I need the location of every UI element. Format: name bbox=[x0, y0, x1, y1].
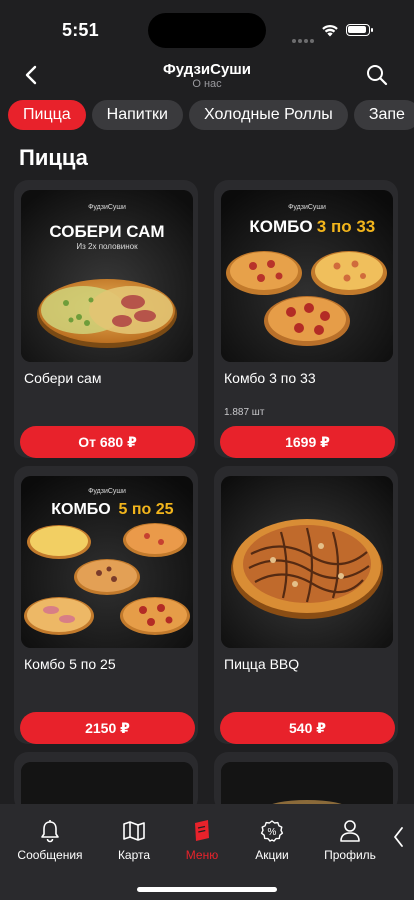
brand-logo-text: ФудзиСуши bbox=[88, 488, 126, 495]
svg-text:%: % bbox=[268, 827, 277, 838]
banner-headline: СОБЕРИ САМ bbox=[49, 222, 164, 241]
product-image: ФудзиСуши КОМБО 5 по 25 bbox=[21, 476, 193, 648]
price-button[interactable]: 1699 ₽ bbox=[220, 426, 395, 458]
tab-label: Профиль bbox=[324, 848, 376, 862]
banner-accent: 3 по 33 bbox=[317, 217, 375, 236]
cellular-signal-icon bbox=[292, 30, 316, 48]
product-note: 1.887 шт bbox=[224, 407, 265, 418]
dynamic-island bbox=[148, 13, 266, 48]
profile-icon bbox=[340, 820, 360, 842]
tab-label: Сообщения bbox=[17, 848, 83, 862]
bell-icon bbox=[41, 820, 59, 843]
product-name: Комбо 5 по 25 bbox=[24, 656, 116, 672]
nav-header: ФудзиСуши О нас bbox=[0, 56, 414, 96]
category-chip-drinks[interactable]: Напитки bbox=[91, 100, 183, 130]
category-chip-baked[interactable]: Запе bbox=[353, 100, 414, 130]
search-icon bbox=[367, 65, 388, 86]
product-image: ФудзиСуши СОБЕРИ САМ Из 2х половинок bbox=[21, 190, 193, 362]
section-title: Пицца bbox=[19, 145, 88, 170]
banner-headline: КОМБО bbox=[249, 217, 312, 236]
product-card[interactable]: ФудзиСуши КОМБО 3 по 33 Комбо 3 по 33 1.… bbox=[214, 180, 398, 458]
product-card[interactable]: ФудзиСуши СОБЕРИ САМ Из 2х половинок Соб… bbox=[14, 180, 198, 458]
product-card[interactable] bbox=[214, 752, 398, 812]
bottom-tab-bar: Сообщения Карта Меню % Акции Профиль bbox=[0, 804, 414, 900]
tab-messages[interactable]: Сообщения bbox=[10, 818, 90, 862]
home-indicator bbox=[137, 887, 277, 892]
map-icon bbox=[123, 821, 145, 841]
brand-logo-text: ФудзиСуши bbox=[288, 204, 326, 211]
product-image: ФудзиСуши КОМБО 3 по 33 bbox=[221, 190, 393, 362]
tab-profile[interactable]: Профиль bbox=[310, 818, 390, 862]
tab-promotions[interactable]: % Акции bbox=[232, 818, 312, 862]
category-tabs: Пицца Напитки Холодные Роллы Запе bbox=[8, 100, 414, 132]
banner-accent: 5 по 25 bbox=[118, 501, 173, 518]
page-title: ФудзиСуши bbox=[162, 61, 252, 78]
app-screen: 5:51 ФудзиСуши О нас Пицца Напитки Холодны… bbox=[0, 0, 414, 900]
product-name: Комбо 3 по 33 bbox=[224, 370, 316, 386]
tab-scroll-button[interactable] bbox=[388, 824, 408, 850]
price-button[interactable]: 2150 ₽ bbox=[20, 712, 195, 744]
category-chip-cold-rolls[interactable]: Холодные Роллы bbox=[189, 100, 348, 130]
product-name: Пицца BBQ bbox=[224, 656, 300, 672]
product-card[interactable]: ФудзиСуши КОМБО 5 по 25 Комбо 5 по 25 21… bbox=[14, 466, 198, 744]
tab-label: Меню bbox=[185, 848, 219, 862]
search-button[interactable] bbox=[364, 62, 390, 88]
product-name: Собери сам bbox=[24, 370, 102, 386]
product-card[interactable] bbox=[14, 752, 198, 812]
tab-label: Акции bbox=[255, 848, 289, 862]
menu-icon bbox=[195, 820, 209, 841]
wifi-icon bbox=[322, 24, 338, 37]
about-link[interactable]: О нас bbox=[0, 78, 414, 90]
brand-logo-text: ФудзиСуши bbox=[88, 204, 126, 211]
banner-headline: КОМБО bbox=[51, 501, 110, 518]
product-image bbox=[221, 476, 393, 648]
battery-icon bbox=[346, 24, 373, 36]
status-bar: 5:51 bbox=[0, 0, 414, 56]
category-chip-pizza[interactable]: Пицца bbox=[8, 100, 86, 130]
price-button[interactable]: От 680 ₽ bbox=[20, 426, 195, 458]
chevron-left-icon bbox=[394, 827, 403, 847]
discount-icon: % bbox=[260, 820, 284, 842]
price-button[interactable]: 540 ₽ bbox=[220, 712, 395, 744]
status-time: 5:51 bbox=[62, 20, 99, 40]
banner-subline: Из 2х половинок bbox=[76, 242, 138, 251]
tab-menu[interactable]: Меню bbox=[162, 818, 242, 862]
product-card[interactable]: Пицца BBQ 540 ₽ bbox=[214, 466, 398, 744]
